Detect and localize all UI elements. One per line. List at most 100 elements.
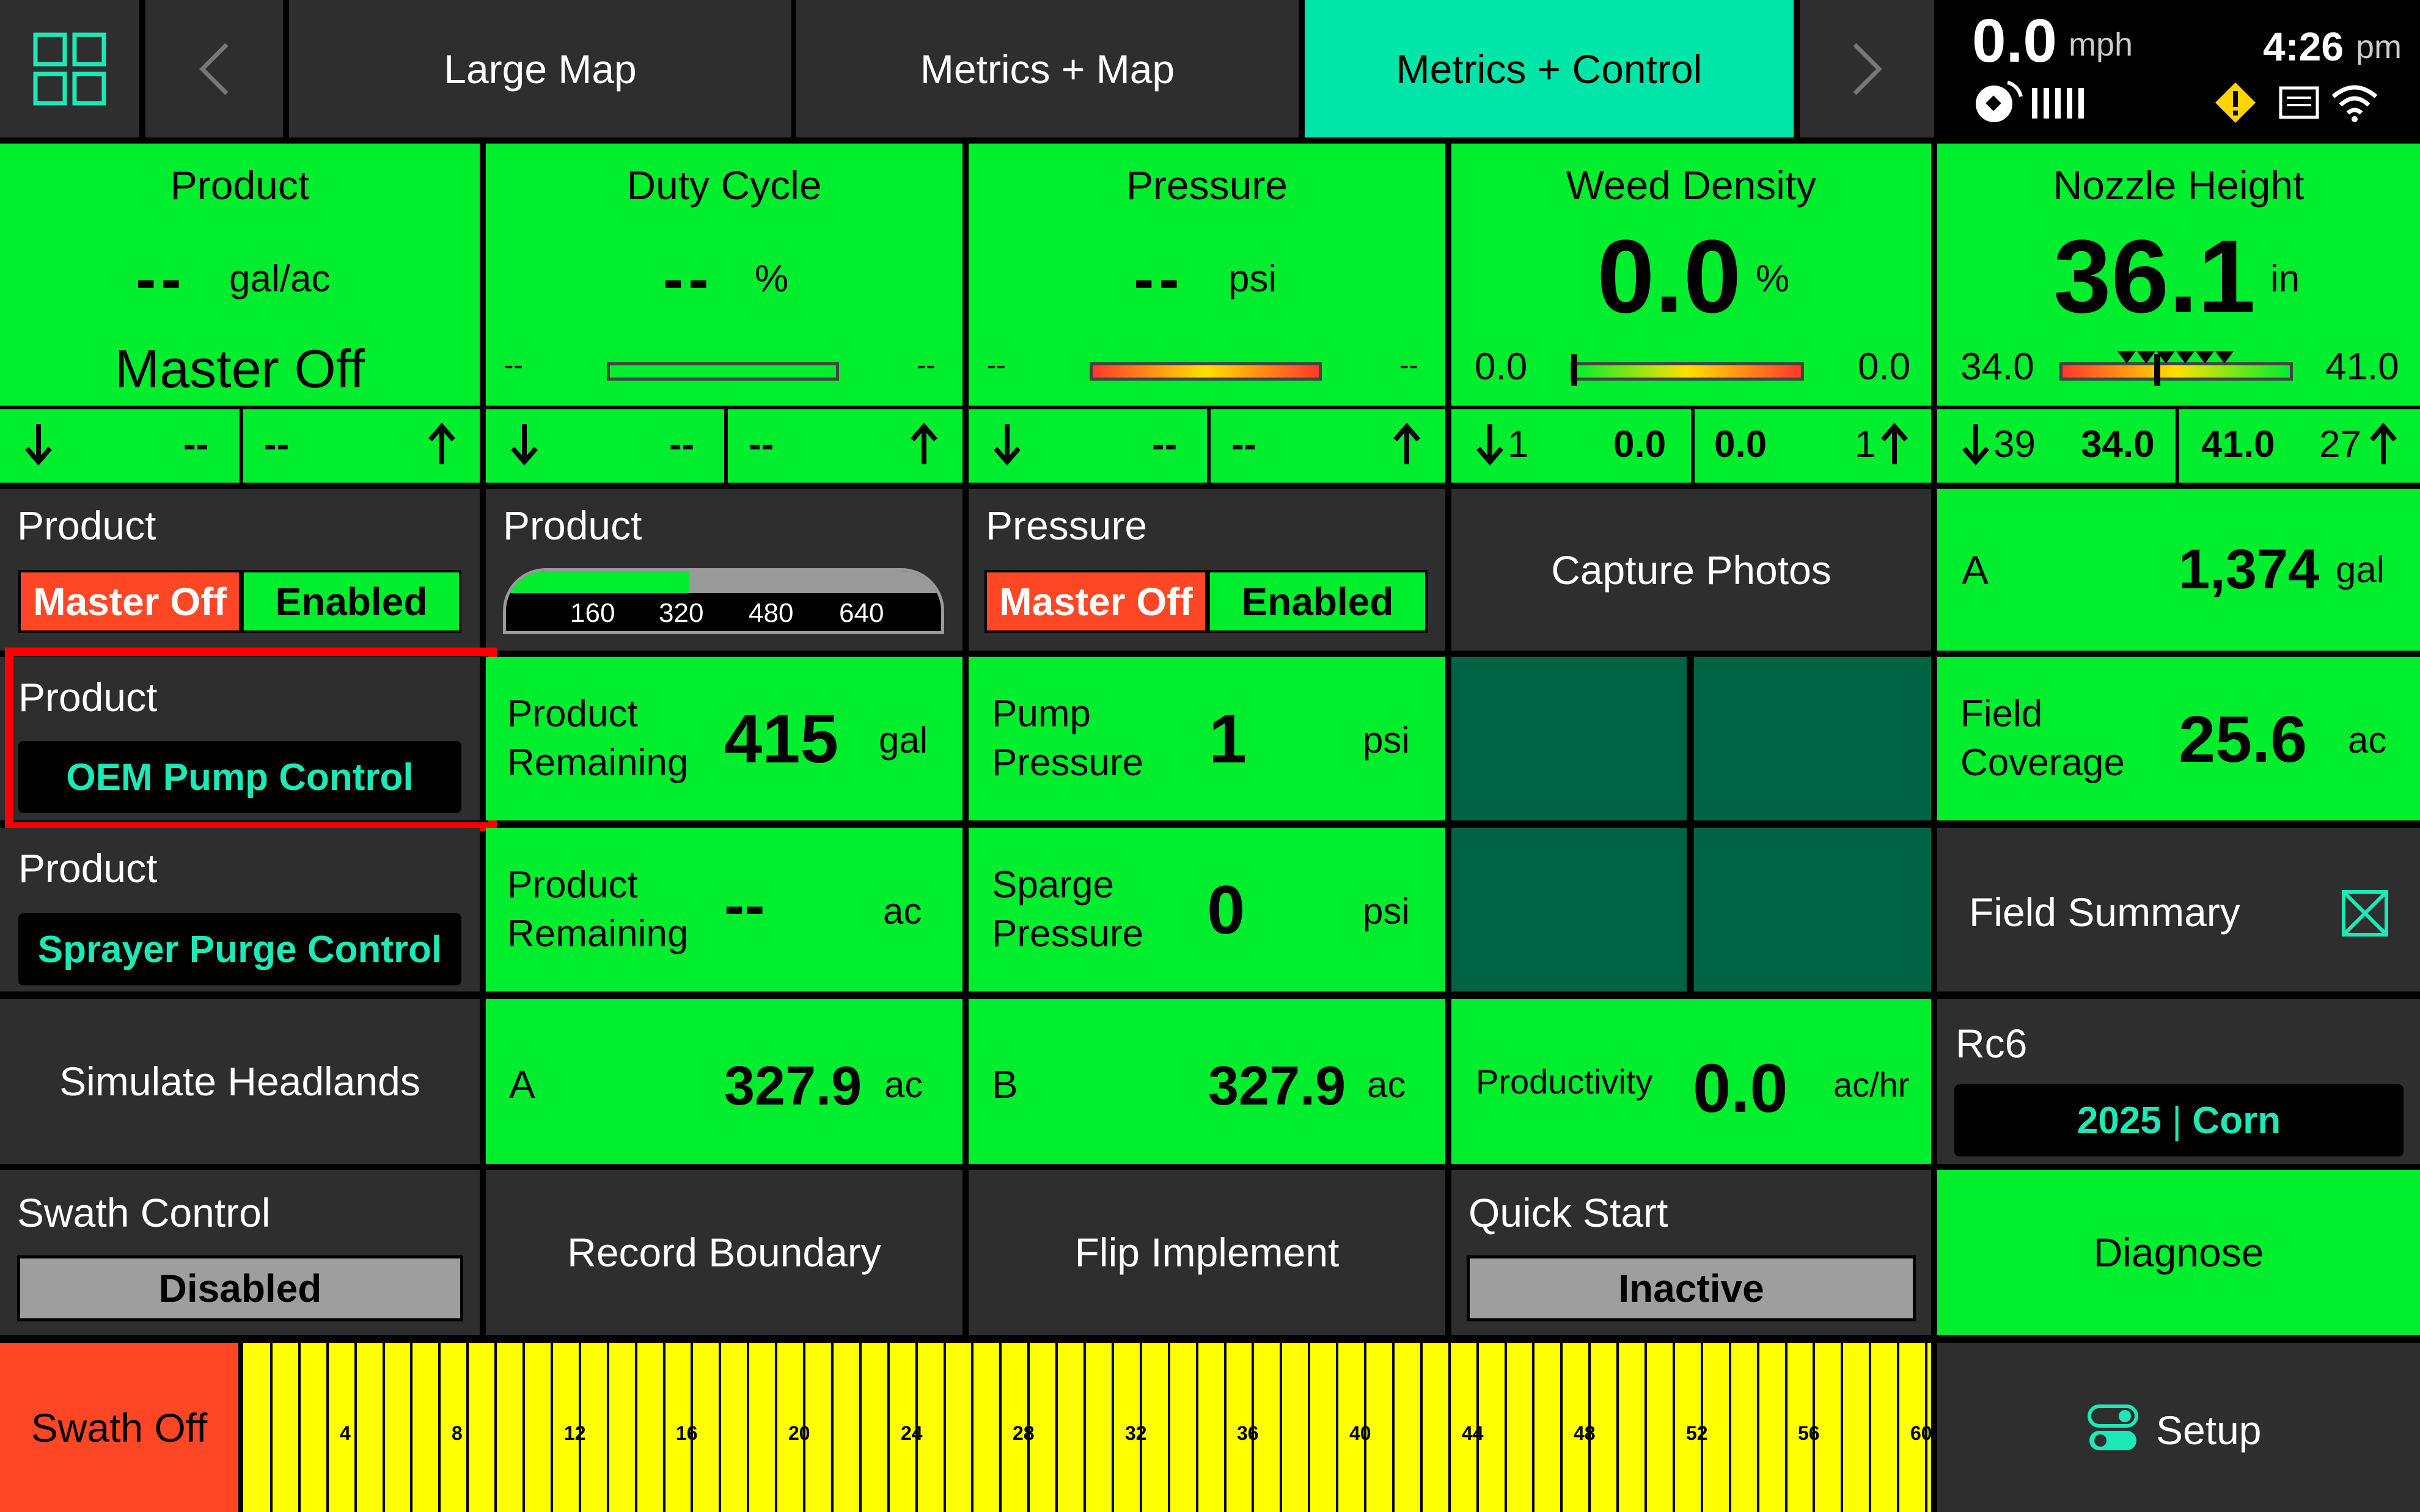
flip-implement-button[interactable]: Flip Implement — [969, 1170, 1445, 1335]
metric-nozzle-height[interactable]: Nozzle Height 36.1 in 34.0 41.0 39 34.0 … — [1937, 144, 2420, 483]
master-off-button[interactable]: Master Off — [985, 570, 1208, 633]
ruler-label: 20 — [788, 1422, 810, 1444]
tab-large-map[interactable]: Large Map — [289, 0, 791, 137]
swath-ruler[interactable]: 4 8 12 16 20 24 28 32 36 40 44 48 52 56 60 — [243, 1343, 1931, 1512]
ruler-label: 32 — [1125, 1422, 1147, 1444]
tile-label: Product — [507, 693, 638, 735]
ruler-divider — [1532, 1343, 1535, 1512]
apps-button[interactable] — [0, 0, 139, 137]
area-b-tile: B 327.9 ac — [969, 999, 1445, 1164]
capture-photos-button[interactable]: Capture Photos — [1451, 489, 1931, 651]
empty-slot[interactable] — [1694, 657, 1931, 820]
tab-metrics-map[interactable]: Metrics + Map — [796, 0, 1299, 137]
range-min: -- — [987, 349, 1006, 381]
ruler-divider — [383, 1343, 385, 1512]
tile-title: Product — [18, 845, 158, 891]
metric-duty-cycle[interactable]: Duty Cycle -- % -- -- -- -- — [486, 144, 963, 483]
record-boundary-button[interactable]: Record Boundary — [486, 1170, 963, 1335]
arrow-down-icon — [24, 424, 53, 466]
enabled-button[interactable]: Enabled — [241, 570, 461, 633]
tank-a-tile: A 1,374 gal — [1937, 489, 2420, 651]
tab-next-button[interactable] — [1800, 0, 1934, 137]
tab-prev-button[interactable] — [145, 0, 283, 137]
metric-product[interactable]: Product -- gal/ac Master Off -- -- — [0, 144, 480, 483]
ruler-divider — [1224, 1343, 1226, 1512]
ruler-divider — [551, 1343, 553, 1512]
empty-slot[interactable] — [1451, 657, 1687, 820]
tile-value: 327.9 — [724, 1056, 862, 1117]
field-summary-icon — [2342, 890, 2388, 937]
quick-start-toggle[interactable]: Inactive — [1467, 1255, 1916, 1321]
status-area: 0.0 mph 4:26 pm — [1940, 0, 2420, 137]
ruler-divider — [1280, 1343, 1282, 1512]
metric-pressure[interactable]: Pressure -- psi -- -- -- -- — [969, 144, 1445, 483]
tile-unit: ac — [1367, 1064, 1406, 1105]
duty-bar — [607, 362, 839, 381]
tile-unit: psi — [1363, 720, 1410, 761]
product-remaining-ac-tile: Product Remaining -- ac — [486, 828, 963, 992]
master-off-button[interactable]: Master Off — [18, 570, 241, 633]
metric-high: 0.0 — [1714, 423, 1767, 466]
season-sep: | — [2172, 1099, 2182, 1142]
ruler-divider — [859, 1343, 862, 1512]
weed-bar — [1571, 362, 1804, 381]
metric-title: Weed Density — [1566, 163, 1817, 208]
ruler-divider — [1448, 1343, 1451, 1512]
ruler-label: 52 — [1686, 1422, 1708, 1444]
ruler-divider — [1420, 1343, 1423, 1512]
setup-label: Setup — [2156, 1408, 2262, 1453]
display-icon — [2279, 86, 2319, 119]
metric-low-count: 1 — [1508, 423, 1529, 466]
tile-unit: ac — [884, 1064, 923, 1105]
product-gauge-tile[interactable]: Product 160 320 480 640 — [486, 489, 963, 651]
master-state: Master Off — [114, 338, 365, 399]
tab-metrics-control[interactable]: Metrics + Control — [1305, 0, 1794, 137]
arrow-up-icon — [428, 423, 456, 464]
setup-button[interactable]: Setup — [1937, 1343, 2420, 1512]
range-min: -- — [504, 349, 523, 381]
ruler-divider — [635, 1343, 637, 1512]
ruler-label: 60 — [1910, 1422, 1931, 1444]
ruler-label: 12 — [564, 1422, 586, 1444]
metric-value: -- — [136, 245, 186, 313]
metric-value: 0.0 — [1597, 219, 1742, 335]
ruler-divider — [438, 1343, 441, 1512]
field-summary-button[interactable]: Field Summary — [1937, 828, 2420, 992]
empty-slot[interactable] — [1694, 828, 1931, 992]
swath-control-toggle[interactable]: Disabled — [17, 1255, 463, 1321]
sprayer-purge-control-button[interactable]: Sprayer Purge Control — [18, 913, 461, 985]
season-crop-button[interactable]: 2025 | Corn — [1954, 1084, 2404, 1156]
metric-low: -- — [1152, 423, 1178, 466]
tile-unit: gal — [879, 720, 928, 761]
ruler-label: 36 — [1237, 1422, 1259, 1444]
empty-slot[interactable] — [1451, 828, 1687, 992]
enabled-button[interactable]: Enabled — [1208, 570, 1428, 633]
metric-subrow: 39 34.0 41.0 27 — [1937, 406, 2420, 483]
gps-satellite-icon — [1976, 81, 2023, 122]
tile-value: 327.9 — [1208, 1056, 1346, 1117]
ruler-label: 24 — [901, 1422, 923, 1444]
ruler-divider — [1196, 1343, 1198, 1512]
rc6-tile: Rc6 2025 | Corn — [1937, 999, 2420, 1164]
product-master-tile: Product Master Off Enabled — [0, 489, 480, 651]
simulate-headlands-button[interactable]: Simulate Headlands — [0, 999, 480, 1164]
metric-unit: gal/ac — [229, 258, 331, 300]
metric-low: -- — [183, 423, 209, 466]
ruler-label: 16 — [676, 1422, 698, 1444]
ruler-divider — [466, 1343, 469, 1512]
tile-label: A — [1962, 547, 1989, 593]
arrow-down-icon — [510, 424, 538, 466]
ruler-divider — [1055, 1343, 1058, 1512]
ruler-divider — [663, 1343, 666, 1512]
metric-low: -- — [669, 423, 695, 466]
tile-value: 1 — [1209, 701, 1247, 777]
tile-value: 25.6 — [2179, 702, 2308, 776]
ruler-divider — [1168, 1343, 1170, 1512]
metric-weed-density[interactable]: Weed Density 0.0 % 0.0 0.0 1 0.0 0.0 1 — [1451, 144, 1931, 483]
swath-off-button[interactable]: Swath Off — [0, 1343, 238, 1512]
ruler-divider — [607, 1343, 609, 1512]
gauge-tick: 160 — [570, 598, 615, 628]
wifi-icon — [2331, 85, 2378, 122]
diagnose-button[interactable]: Diagnose — [1937, 1170, 2420, 1335]
ruler-divider — [944, 1343, 946, 1512]
